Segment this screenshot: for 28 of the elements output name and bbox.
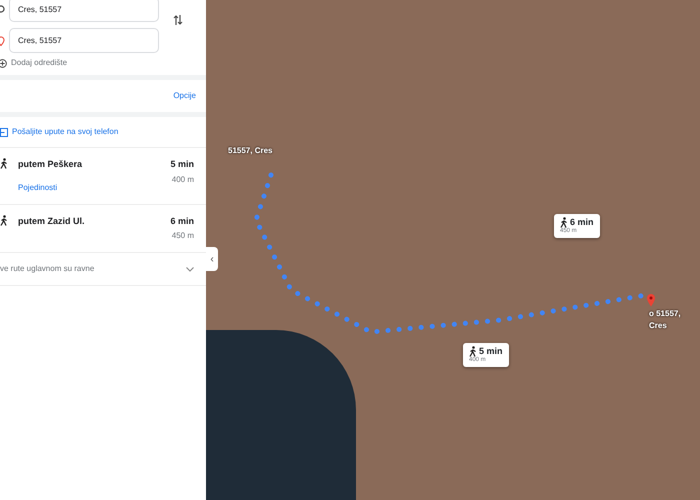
origin-field[interactable]: Cres, 51557 bbox=[9, 0, 159, 22]
options-link[interactable]: Opcije bbox=[173, 90, 196, 102]
send-to-phone-link[interactable]: Pošaljite upute na svoj telefon bbox=[12, 126, 118, 138]
destination-label: o 51557, Cres bbox=[649, 308, 682, 332]
callout-time: 6 min bbox=[570, 218, 594, 228]
route-name: putem Zazid Ul. bbox=[18, 214, 85, 228]
collapse-panel-button[interactable]: ‹ bbox=[206, 247, 218, 271]
route-name: putem Peškera bbox=[18, 158, 82, 171]
chevron-down-icon[interactable] bbox=[186, 266, 194, 272]
walking-icon bbox=[0, 214, 8, 226]
walking-icon bbox=[560, 217, 568, 228]
add-icon[interactable] bbox=[0, 58, 7, 68]
details-link[interactable]: Pojedinosti bbox=[18, 182, 58, 194]
walking-icon bbox=[469, 346, 477, 357]
phone-send-icon[interactable] bbox=[0, 128, 8, 136]
destination-field[interactable]: Cres, 51557 bbox=[9, 28, 159, 53]
route-option[interactable]: putem Zazid Ul. 6 min 450 m bbox=[0, 204, 206, 253]
route-time: 5 min bbox=[170, 158, 194, 171]
swap-icon[interactable] bbox=[173, 14, 183, 26]
route-distance: 450 m bbox=[172, 230, 194, 242]
route-note: ve rute uglavnom su ravne bbox=[0, 263, 94, 275]
origin-label: 51557, Cres bbox=[228, 145, 272, 157]
callout-time: 5 min bbox=[479, 346, 503, 356]
walking-icon bbox=[0, 158, 8, 169]
destination-pin-icon bbox=[646, 293, 656, 307]
add-destination-link[interactable]: Dodaj odredište bbox=[11, 57, 68, 69]
route-time: 6 min bbox=[170, 214, 194, 228]
route-distance: 400 m bbox=[172, 174, 194, 186]
